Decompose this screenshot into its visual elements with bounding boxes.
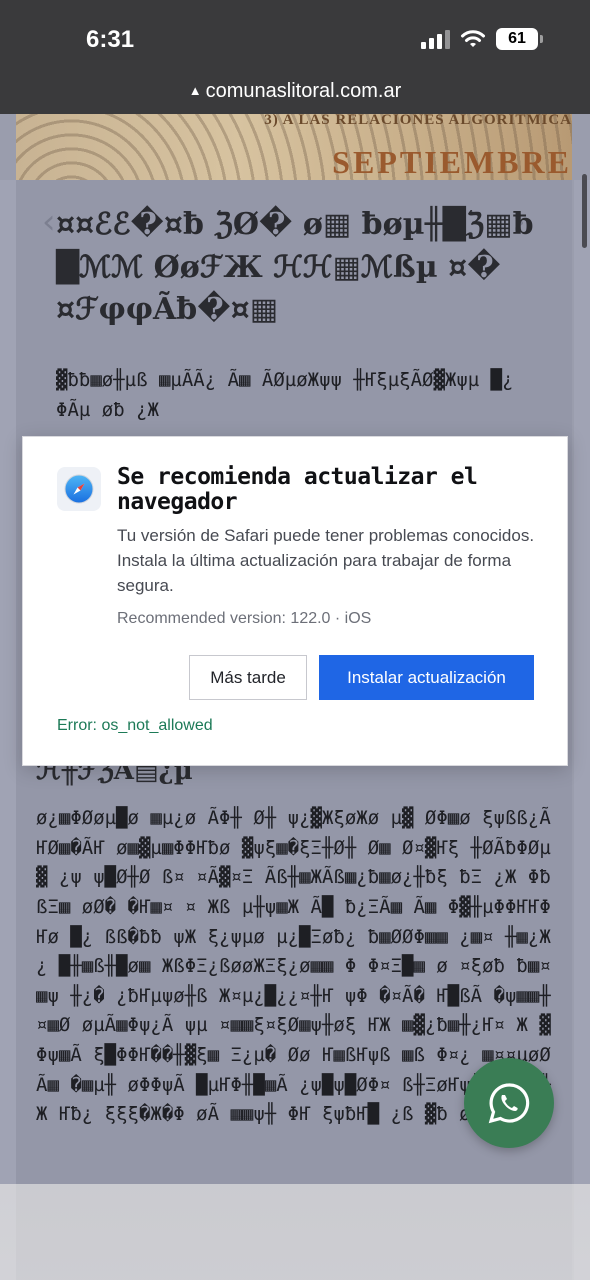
banner-subtitle: 3) A LAS RELACIONES ALGORITMICA [264, 114, 572, 128]
update-dialog: Se recomienda actualizar el navegador Tu… [22, 436, 568, 766]
address-bar[interactable]: ▲ comunaslitoral.com.ar [0, 80, 590, 103]
page-side-left [0, 180, 16, 1280]
banner-month: SEPTIEMBRE [332, 144, 572, 180]
browser-top-bar: 6:31 61 ▲ comunaslitoral.com.ar [0, 0, 590, 114]
dialog-message: Tu versión de Safari puede tener problem… [117, 526, 535, 595]
event-banner: 3) A LAS RELACIONES ALGORITMICA SEPTIEMB… [16, 114, 572, 180]
article-title: ¤¤ℰℰ�¤ƀ ℨØ� ø▦ ƀøµ╫█ℨ▦ƀ █ℳℳ ØøℱЖ ℋℋ▦ℳßµ … [56, 207, 534, 328]
install-update-button[interactable]: Instalar actualización [319, 655, 534, 700]
status-icons: 61 [421, 26, 543, 52]
safari-compass-icon [57, 467, 101, 511]
wifi-icon [461, 30, 485, 47]
page-side-right [574, 180, 590, 1280]
cellular-signal-icon [421, 29, 450, 49]
status-time: 6:31 [86, 26, 135, 53]
warning-triangle-icon: ▲ [188, 83, 202, 98]
whatsapp-button[interactable] [464, 1058, 554, 1148]
battery-indicator: 61 [496, 28, 543, 50]
error-message: Error: os_not_allowed [57, 717, 213, 734]
recommended-version: Recommended version: 122.0 · iOS [117, 610, 372, 627]
later-button[interactable]: Más tarde [189, 655, 307, 700]
whatsapp-icon [488, 1083, 530, 1124]
article-lead: ▓ƀƀ▦ø╫µß ▦µÃÃ¿ Ã▦ ÃØµøЖψψ ╫ҤξµξÃØ▓Жψµ █¿… [56, 369, 514, 421]
scrollbar[interactable] [582, 174, 587, 248]
address-url: comunaslitoral.com.ar [205, 80, 402, 102]
carousel-prev-icon[interactable]: ‹ [42, 202, 56, 242]
dialog-title: Se recomienda actualizar el navegador [117, 464, 478, 515]
page-footer [0, 1184, 590, 1280]
